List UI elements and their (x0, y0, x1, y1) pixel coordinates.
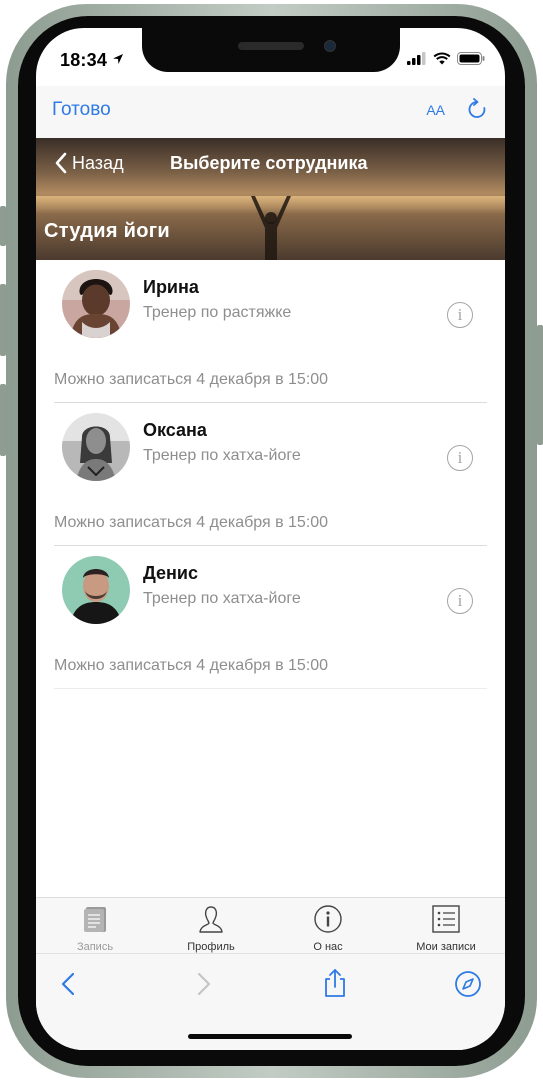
person-icon (199, 906, 223, 933)
status-time: 18:34 (60, 50, 124, 71)
employee-availability: Можно записаться 4 декабря в 15:00 (54, 371, 329, 388)
employee-name: Ирина (143, 277, 199, 297)
avatar (62, 270, 130, 338)
info-icon (314, 905, 342, 933)
tab-label: Запись (76, 941, 114, 953)
tab-my-bookings[interactable]: Мои записи (391, 904, 501, 953)
home-indicator[interactable] (188, 1034, 352, 1039)
info-icon[interactable]: i (447, 445, 473, 471)
employee-row[interactable]: Денис Тренер по хатха-йоге i Можно запис… (36, 546, 505, 689)
status-icons (407, 52, 485, 65)
studio-header-banner: Назад Выберите сотрудника Студия йоги (36, 138, 505, 260)
page-title: Выберите сотрудника (170, 153, 368, 173)
screen: 18:34 Готово AA Назад Выберите сотрудник… (36, 28, 505, 1050)
speaker (238, 42, 304, 50)
reload-icon[interactable] (467, 98, 487, 120)
location-arrow-icon (113, 54, 124, 64)
avatar (62, 413, 130, 481)
employee-name: Денис (143, 563, 199, 583)
cellular-signal-icon (407, 52, 426, 65)
back-button[interactable]: Назад (54, 152, 124, 174)
employee-name: Оксана (143, 420, 207, 440)
battery-icon (457, 52, 485, 65)
silent-switch (0, 206, 6, 246)
browser-top-bar: Готово AA (36, 86, 505, 138)
avatar (62, 556, 130, 624)
volume-up-button (0, 284, 6, 356)
info-icon[interactable]: i (447, 588, 473, 614)
tab-label: О нас (313, 941, 343, 953)
power-button (537, 325, 543, 445)
list-icon (432, 905, 460, 933)
text-size-label: AA (426, 102, 445, 118)
volume-down-button (0, 384, 6, 456)
studio-name: Студия йоги (44, 220, 171, 242)
employee-row[interactable]: Оксана Тренер по хатха-йоге i Можно запи… (36, 403, 505, 546)
compass-icon[interactable] (454, 970, 482, 998)
tab-label: Мои записи (416, 941, 476, 953)
front-camera (324, 40, 336, 52)
tab-about[interactable]: О нас (273, 904, 383, 953)
done-button[interactable]: Готово (52, 99, 111, 121)
chevron-right-icon[interactable] (190, 970, 216, 998)
employee-role: Тренер по растяжке (143, 304, 292, 321)
employee-role: Тренер по хатха-йоге (143, 590, 301, 607)
wifi-icon (433, 52, 451, 65)
employee-availability: Можно записаться 4 декабря в 15:00 (54, 514, 329, 531)
chevron-left-icon[interactable] (56, 970, 82, 998)
employee-role: Тренер по хатха-йоге (143, 447, 301, 464)
employee-photo (62, 270, 130, 338)
tab-label: Профиль (187, 941, 235, 953)
tab-booking[interactable]: Запись (40, 904, 150, 953)
book-icon (84, 907, 106, 932)
app-tab-bar: Запись Профиль О нас Мои записи (36, 897, 505, 953)
employee-photo (62, 413, 130, 481)
employee-row[interactable]: Ирина Тренер по растяжке i Можно записат… (36, 260, 505, 403)
info-icon[interactable]: i (447, 302, 473, 328)
employee-availability: Можно записаться 4 декабря в 15:00 (54, 657, 329, 674)
employee-list: Ирина Тренер по растяжке i Можно записат… (36, 260, 505, 689)
time-text: 18:34 (60, 50, 108, 70)
divider (54, 688, 487, 689)
text-size-button[interactable]: AA (426, 100, 445, 120)
tab-profile[interactable]: Профиль (156, 904, 266, 953)
share-icon[interactable] (321, 968, 349, 998)
yoga-silhouette-image (251, 196, 291, 260)
employee-photo (62, 556, 130, 624)
notch (142, 28, 400, 72)
chevron-left-icon (55, 152, 67, 174)
back-label: Назад (72, 152, 124, 173)
